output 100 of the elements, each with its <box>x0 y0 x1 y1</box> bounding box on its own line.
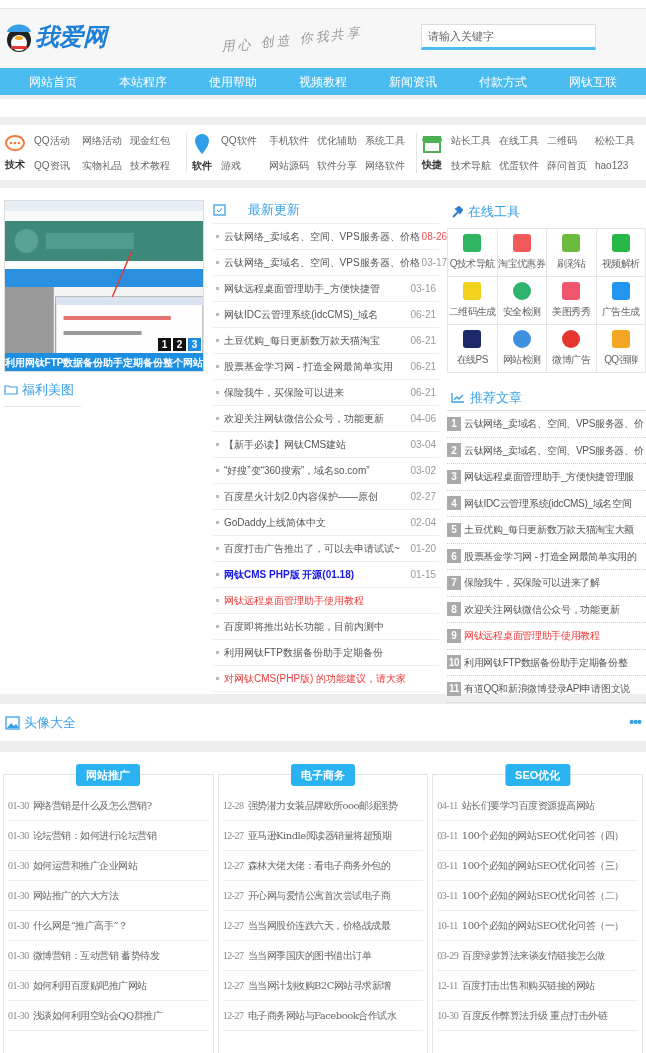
news-link[interactable]: 网络营销是什么及怎么营销? <box>32 798 152 813</box>
tool-tile[interactable]: 二维码生成 <box>448 277 498 325</box>
news-link[interactable]: 当当网计划收购B2C网站寻求新增 <box>247 978 391 993</box>
news-link[interactable]: 什么网是“推广高手”？ <box>32 918 128 933</box>
news-link[interactable]: 百度反作弊算法升级 重点打击外链 <box>462 1008 608 1023</box>
article-link[interactable]: 云钛网络_卖域名、空间、VPS服务器、价格 <box>224 229 420 244</box>
article-link[interactable]: 土豆优购_每日更新数万款天猫淘宝 <box>224 333 380 348</box>
news-link[interactable]: 强势潜力女装品牌欧所ooo邮须强势 <box>247 798 398 813</box>
news-link[interactable]: 如何利用百度贴吧推广网站 <box>32 978 147 993</box>
news-date: 01-30 <box>8 889 29 903</box>
article-link[interactable]: 云钛网络_卖域名、空间、VPS服务器、价 <box>464 416 644 432</box>
category-link[interactable]: 实物礼品 <box>82 157 122 173</box>
category-link[interactable]: 在线工具 <box>499 132 539 148</box>
tool-tile[interactable]: 微博广告 <box>547 325 597 373</box>
category-link[interactable]: 薛问首页 <box>547 157 587 173</box>
article-link[interactable]: 利用网钛FTP数据备份助手定期备份整 <box>464 654 628 670</box>
news-link[interactable]: 当当网季国庆的图书借出订单 <box>247 948 371 963</box>
article-link[interactable]: 保险我牛，买保险可以进来了解 <box>464 575 600 591</box>
article-link[interactable]: GoDaddy上线简体中文 <box>224 515 327 530</box>
news-link[interactable]: 森林大佬大佬：看电子商务外包的 <box>247 858 390 873</box>
news-link[interactable]: 浅谈如何利用空站会QQ群推广 <box>32 1008 163 1023</box>
news-link[interactable]: 亚马逊Kindle阅读器销量将超预期 <box>247 828 392 843</box>
article-link[interactable]: 网钛远程桌面管理助手_方便快捷管 <box>224 281 380 296</box>
article-date: 06-21 <box>409 386 436 400</box>
news-link[interactable]: 百度绿萝算法来谈友情链接怎么做 <box>462 948 605 963</box>
category-link[interactable]: 优蛋软件 <box>499 157 539 173</box>
category-link[interactable]: 网络活动 <box>82 132 122 148</box>
category-link[interactable]: 网站源码 <box>269 157 309 173</box>
tool-tile[interactable]: Q技术导航 <box>448 229 498 277</box>
tool-tile[interactable]: 在线PS <box>448 325 498 373</box>
article-link[interactable]: 百度星火计划2.0内容保护——原创 <box>224 489 378 504</box>
news-link[interactable]: 电子商务网站与Facebook合作试水 <box>247 1008 397 1023</box>
article-date: 03-16 <box>409 282 436 296</box>
news-date: 01-30 <box>8 1009 29 1023</box>
news-link[interactable]: 站长们要学习百度资源提高网站 <box>461 798 595 813</box>
article-link[interactable]: 网钛远程桌面管理助手_方便快捷管理服 <box>464 469 635 485</box>
news-date: 10-30 <box>437 1009 459 1023</box>
tool-tile[interactable]: QQ强聊 <box>596 325 646 373</box>
category-link[interactable]: 优化辅助 <box>317 132 357 148</box>
article-link[interactable]: 百度即将推出站长功能，目前内测中 <box>224 619 384 634</box>
category-link[interactable]: 现金红包 <box>130 132 170 148</box>
article-link[interactable]: 百度打击广告推出了，可以去申请试试~ <box>224 541 400 556</box>
tool-tile[interactable]: 刷彩钻 <box>547 229 597 277</box>
category-link[interactable]: 手机软件 <box>269 132 309 148</box>
category-link[interactable]: 技术导航 <box>451 157 491 173</box>
article-link[interactable]: 股票基金学习网 - 打造全网最简单实用的 <box>464 548 637 564</box>
folder-icon <box>4 384 18 396</box>
news-link[interactable]: 100个必知的网站SEO优化问答（四） <box>461 828 624 843</box>
search-field[interactable]: 请输入关键字 <box>421 24 596 50</box>
section-title: 头像大全 <box>24 713 76 732</box>
category-link[interactable]: 技术教程 <box>130 157 170 173</box>
article-link[interactable]: “好搜”变“360搜索”，域名so.com” <box>224 463 370 478</box>
category-link[interactable]: QQ活动 <box>34 132 74 148</box>
news-link[interactable]: 论坛营销：如何进行论坛营销 <box>32 828 157 843</box>
site-logo[interactable]: 我爱网 <box>35 19 185 55</box>
news-date: 12-27 <box>222 949 244 963</box>
tool-tile[interactable]: 网站检测 <box>497 325 547 373</box>
news-link[interactable]: 如何运营和推广企业网站 <box>32 858 138 873</box>
category-link[interactable]: 系统工具 <box>365 132 405 148</box>
category-link[interactable]: 站长工具 <box>451 132 491 148</box>
article-link[interactable]: 欢迎关注网钛微信公众号，功能更新 <box>224 411 384 426</box>
category-link[interactable]: hao123 <box>595 157 635 173</box>
news-link[interactable]: 100个必知的网站SEO优化问答（一） <box>461 918 624 933</box>
article-link[interactable]: 云钛网络_卖域名、空间、VPS服务器、价格 <box>224 255 420 270</box>
category-link[interactable]: 软件分享 <box>317 157 357 173</box>
article-link[interactable]: 股票基金学习网 - 打造全网最简单实用 <box>224 359 393 374</box>
news-link[interactable]: 100个必知的网站SEO优化问答（三） <box>461 858 624 873</box>
category-label: 快捷 <box>422 157 442 172</box>
news-link[interactable]: 当当网股价连跌六天，价格战成最 <box>247 918 390 933</box>
article-link[interactable]: 网钛远程桌面管理助手使用教程 <box>224 593 364 608</box>
category-link[interactable]: 二维码 <box>547 132 587 148</box>
article-link[interactable]: 土豆优购_每日更新数万款天猫淘宝大额 <box>464 522 635 538</box>
news-link[interactable]: 微博营销：互动营销 蓄势待发 <box>32 948 160 963</box>
news-link[interactable]: 网站推广的六大方法 <box>32 888 119 903</box>
news-link[interactable]: 开心网与爱情公寓首次尝试电子商 <box>247 888 390 903</box>
article-link[interactable]: 云钛网络_卖域名、空间、VPS服务器、价 <box>464 442 644 458</box>
category-link[interactable]: 游戏 <box>221 157 261 173</box>
article-link[interactable]: 网钛远程桌面管理助手使用教程 <box>464 628 600 644</box>
category-label: 软件 <box>192 158 212 173</box>
category-link[interactable]: 松松工具 <box>595 132 635 148</box>
tool-tile[interactable]: 美图秀秀 <box>547 277 597 325</box>
tool-tile[interactable]: 广告生成 <box>596 277 646 325</box>
news-link[interactable]: 百度打击出售和购买链接的网站 <box>461 978 595 993</box>
article-link[interactable]: 网钛CMS PHP版 开源(01.18) <box>224 567 355 582</box>
article-link[interactable]: 对网钛CMS(PHP版) 的功能建议，请大家 <box>224 671 407 686</box>
tool-tile[interactable]: 视频解析 <box>596 229 646 277</box>
article-link[interactable]: 网钛IDC云管理系统(idcCMS)_域名空间 <box>464 495 632 511</box>
article-link[interactable]: 欢迎关注网钛微信公众号，功能更新 <box>464 601 620 617</box>
article-link[interactable]: 网钛IDC云管理系统(idcCMS)_域名 <box>224 307 379 322</box>
article-link[interactable]: 【新手必读】网钛CMS建站 <box>224 437 347 452</box>
article-link[interactable]: 利用网钛FTP数据备份助手定期备份 <box>224 645 383 660</box>
tool-tile[interactable]: 安全检测 <box>497 277 547 325</box>
rank-number: 10 <box>447 655 461 670</box>
category-link[interactable]: 网络软件 <box>365 157 405 173</box>
tool-tile[interactable]: 淘宝优惠券 <box>497 229 547 277</box>
news-link[interactable]: 100个必知的网站SEO优化问答（二） <box>461 888 624 903</box>
article-link[interactable]: 有道QQ和新浪微博登录API申请图文说 <box>464 681 630 697</box>
category-link[interactable]: QQ软件 <box>221 132 261 148</box>
article-link[interactable]: 保险我牛，买保险可以进来 <box>224 385 344 400</box>
category-link[interactable]: QQ资讯 <box>34 157 74 173</box>
